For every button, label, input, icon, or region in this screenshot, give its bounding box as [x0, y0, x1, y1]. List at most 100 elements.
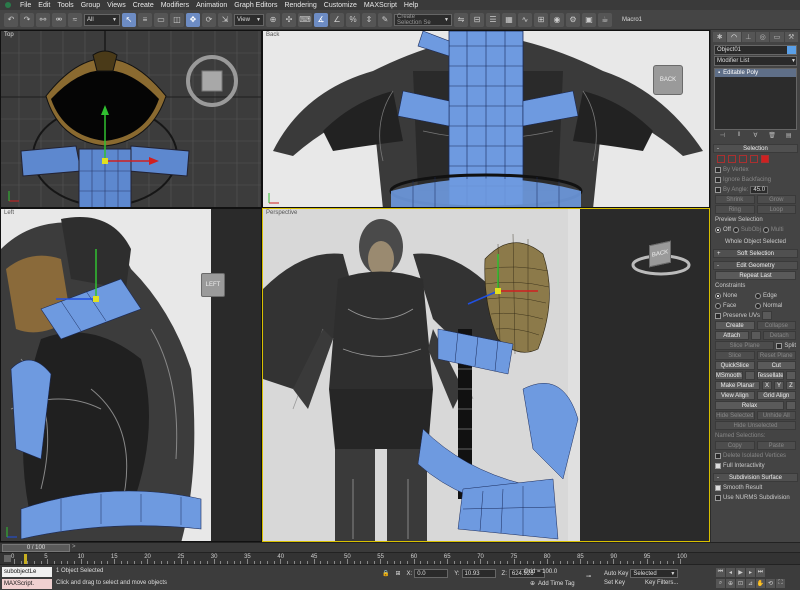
- cut-button[interactable]: Cut: [756, 361, 796, 370]
- planar-y-button[interactable]: Y: [774, 381, 784, 390]
- key-mode-icon[interactable]: ⊸: [586, 573, 591, 580]
- rollout-soft-selection[interactable]: + Soft Selection: [713, 249, 798, 258]
- spinner-snap-icon[interactable]: ⇕: [362, 12, 376, 27]
- snap-toggle-icon[interactable]: ∡: [314, 12, 328, 27]
- planar-x-button[interactable]: X: [762, 381, 772, 390]
- grid-align-button[interactable]: Grid Align: [756, 391, 796, 400]
- vertex-level-icon[interactable]: [717, 155, 725, 163]
- viewport-perspective[interactable]: Perspective BACK: [262, 208, 710, 542]
- viewcube-top[interactable]: [184, 53, 240, 109]
- link-icon[interactable]: ⚯: [36, 12, 50, 27]
- attach-list-button[interactable]: [750, 331, 761, 340]
- select-and-move-icon[interactable]: ✥: [186, 12, 200, 27]
- utilities-tab-icon[interactable]: ⚒: [784, 32, 798, 42]
- selection-filter-dropdown[interactable]: All ▼: [84, 13, 120, 26]
- material-editor-icon[interactable]: ◉: [550, 12, 564, 27]
- align-icon[interactable]: ⊟: [470, 12, 484, 27]
- undo-icon[interactable]: ↶: [4, 12, 18, 27]
- viewport-top-label[interactable]: Top: [4, 32, 14, 38]
- modifier-list-dropdown[interactable]: Modifier List ▼: [714, 56, 797, 66]
- add-time-tag[interactable]: ⊕ Add Time Tag: [530, 580, 575, 588]
- menu-item-views[interactable]: Views: [107, 2, 126, 9]
- by-vertex-checkbox[interactable]: [715, 166, 721, 173]
- viewport-back[interactable]: Back BACK: [262, 30, 710, 208]
- full-interactivity-checkbox[interactable]: [715, 462, 721, 469]
- split-checkbox[interactable]: [776, 342, 783, 349]
- tessellate-button[interactable]: Tessellate: [756, 371, 784, 380]
- render-setup-icon[interactable]: ⚙: [566, 12, 580, 27]
- schematic-view-icon[interactable]: ⊞: [534, 12, 548, 27]
- display-tab-icon[interactable]: ▭: [770, 32, 784, 42]
- by-angle-checkbox[interactable]: [715, 186, 721, 193]
- viewport-left-label[interactable]: Left: [4, 210, 14, 216]
- select-by-name-icon[interactable]: ≡: [138, 12, 152, 27]
- layer-manager-icon[interactable]: ☰: [486, 12, 500, 27]
- copy-button[interactable]: Copy: [715, 441, 755, 450]
- object-color-swatch[interactable]: [787, 46, 796, 54]
- constraint-none-radio[interactable]: [715, 292, 721, 299]
- zoom-icon[interactable]: ⌕: [716, 579, 725, 588]
- redo-icon[interactable]: ↷: [20, 12, 34, 27]
- select-and-scale-icon[interactable]: ⇲: [218, 12, 232, 27]
- app-icon[interactable]: [5, 2, 11, 8]
- hierarchy-tab-icon[interactable]: ⊥: [741, 32, 755, 42]
- viewcube-left[interactable]: LEFT: [199, 271, 229, 301]
- percent-snap-icon[interactable]: %: [346, 12, 360, 27]
- menu-item-help[interactable]: Help: [404, 2, 418, 9]
- make-unique-icon[interactable]: ∀: [751, 132, 760, 141]
- relax-settings-button[interactable]: [786, 401, 796, 410]
- menu-item-create[interactable]: Create: [133, 2, 154, 9]
- window-crossing-icon[interactable]: ◫: [170, 12, 184, 27]
- manipulate-icon[interactable]: ✣: [282, 12, 296, 27]
- x-coordinate-field[interactable]: 0.0: [414, 569, 449, 578]
- go-to-end-icon[interactable]: ⏭: [756, 568, 765, 577]
- msmooth-button[interactable]: MSmooth: [715, 371, 743, 380]
- zoom-extents-icon[interactable]: ⊡: [736, 579, 745, 588]
- viewcube-left-face[interactable]: LEFT: [201, 273, 225, 297]
- view-align-button[interactable]: View Align: [715, 391, 755, 400]
- attach-button[interactable]: Attach: [715, 331, 749, 340]
- menu-item-rendering[interactable]: Rendering: [284, 2, 316, 9]
- time-slider[interactable]: 0 / 100 >: [0, 542, 800, 552]
- time-slider-thumb[interactable]: 0 / 100: [2, 544, 70, 552]
- menu-item-animation[interactable]: Animation: [196, 2, 227, 9]
- select-object-icon[interactable]: ↖: [122, 12, 136, 27]
- constraint-normal-radio[interactable]: [755, 302, 761, 309]
- shrink-button[interactable]: Shrink: [715, 195, 755, 204]
- edge-level-icon[interactable]: [728, 155, 736, 163]
- field-of-view-icon[interactable]: ⊿: [746, 579, 755, 588]
- planar-z-button[interactable]: Z: [786, 381, 796, 390]
- constraint-face-radio[interactable]: [715, 302, 721, 309]
- menu-item-graph-editors[interactable]: Graph Editors: [234, 2, 277, 9]
- select-and-rotate-icon[interactable]: ⟳: [202, 12, 216, 27]
- named-selection-dropdown[interactable]: Create Selection Se ▼: [394, 13, 452, 26]
- key-filters-button[interactable]: Key Filters...: [645, 580, 678, 586]
- play-icon[interactable]: ▶: [736, 568, 745, 577]
- slice-button[interactable]: Slice: [715, 351, 755, 360]
- polygon-level-icon[interactable]: [750, 155, 758, 163]
- pan-icon[interactable]: ✋: [756, 579, 765, 588]
- maximize-viewport-icon[interactable]: ⛶: [776, 579, 785, 588]
- border-level-icon[interactable]: [739, 155, 747, 163]
- rollout-selection[interactable]: - Selection: [713, 144, 798, 153]
- collapse-button[interactable]: Collapse: [756, 321, 796, 330]
- mini-curve-editor-icon[interactable]: [4, 555, 11, 562]
- mirror-icon[interactable]: ⇋: [454, 12, 468, 27]
- paste-button[interactable]: Paste: [756, 441, 796, 450]
- auto-key-button[interactable]: Auto Key: [604, 571, 628, 577]
- key-selection-dropdown[interactable]: Selected ▼: [630, 569, 679, 578]
- ignore-backfacing-checkbox[interactable]: [715, 176, 721, 183]
- rollout-edit-geometry[interactable]: - Edit Geometry: [713, 261, 798, 270]
- by-angle-value[interactable]: 45.0: [750, 185, 769, 194]
- orbit-icon[interactable]: ⟲: [766, 579, 775, 588]
- rendered-frame-icon[interactable]: ▣: [582, 12, 596, 27]
- menu-item-tools[interactable]: Tools: [57, 2, 73, 9]
- constraint-edge-radio[interactable]: [755, 292, 761, 299]
- hide-selected-button[interactable]: Hide Selected: [715, 411, 755, 420]
- curve-editor-icon[interactable]: ∿: [518, 12, 532, 27]
- unhide-all-button[interactable]: Unhide All: [756, 411, 796, 420]
- previous-frame-icon[interactable]: ◂: [726, 568, 735, 577]
- rollout-subdivision-surface[interactable]: - Subdivision Surface: [713, 473, 798, 482]
- viewport-back-label[interactable]: Back: [266, 32, 279, 38]
- grow-button[interactable]: Grow: [756, 195, 796, 204]
